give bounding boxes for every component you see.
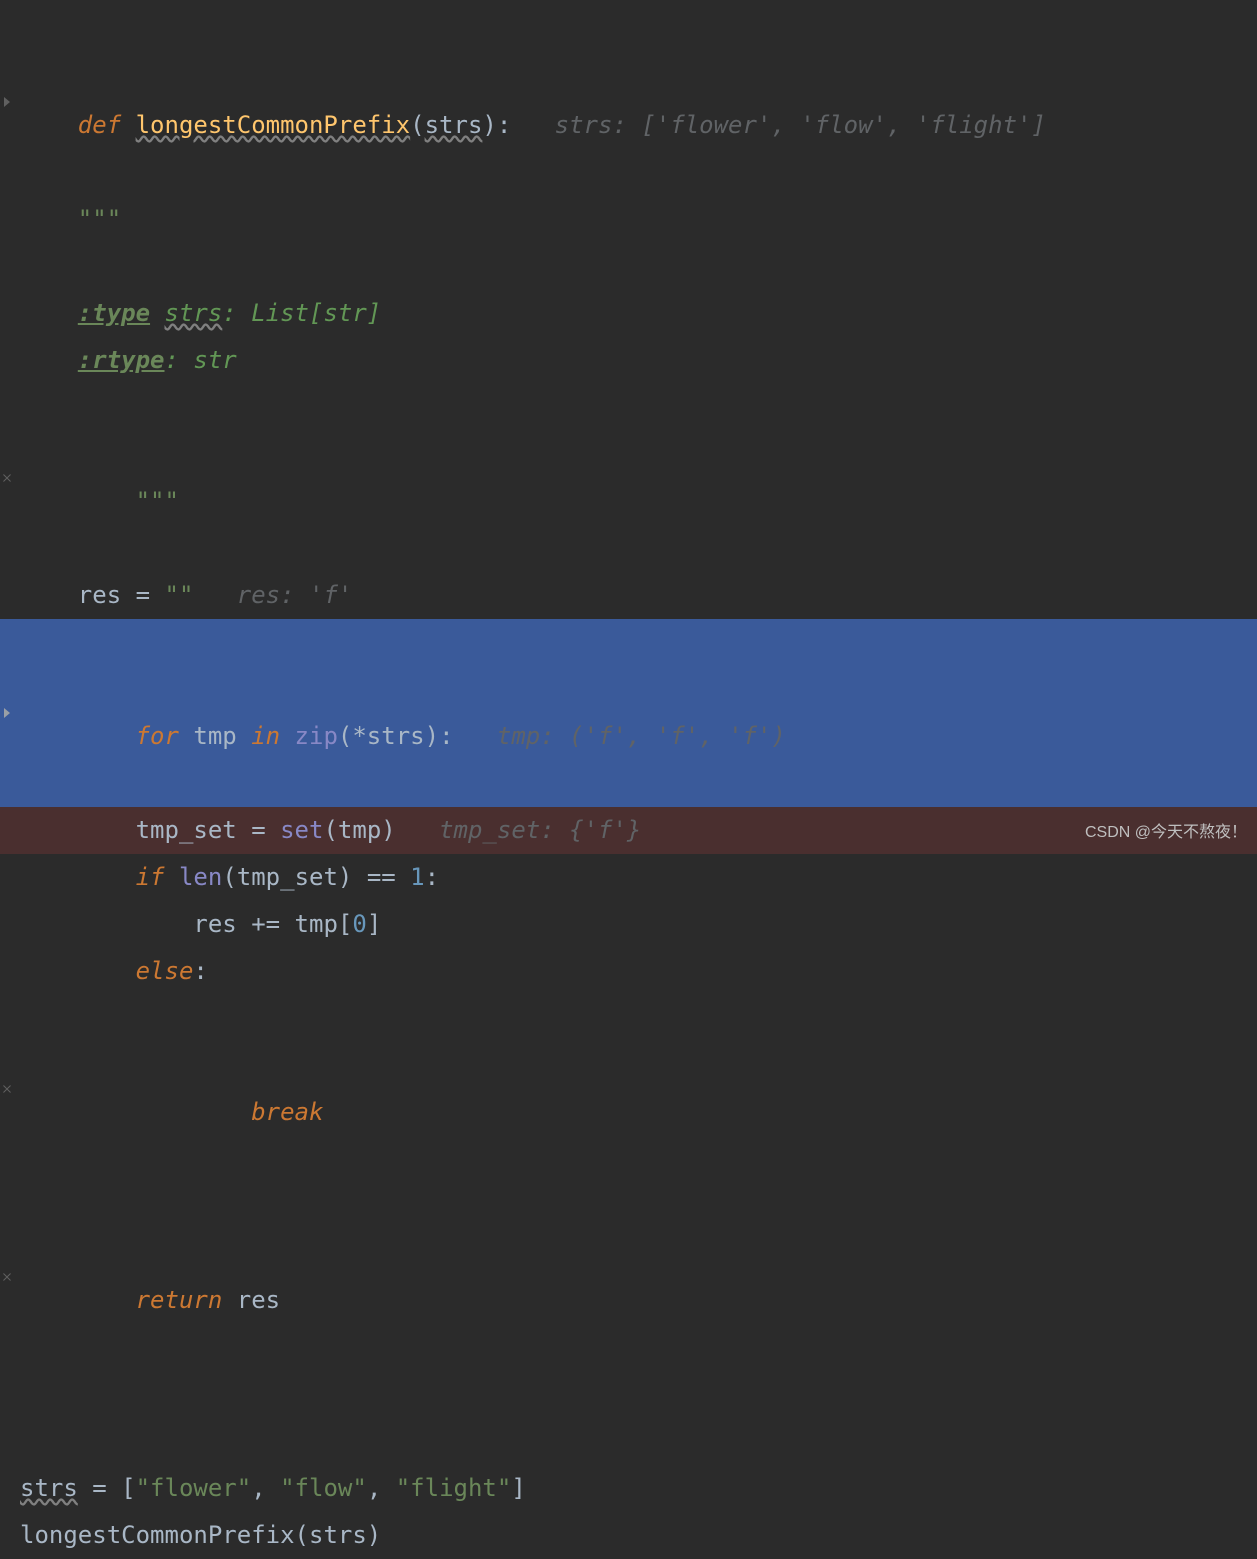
code-line[interactable]: longestCommonPrefix(strs) <box>0 1512 1257 1559</box>
keyword-def: def <box>78 111 136 139</box>
code-line[interactable]: return res <box>0 1183 1257 1371</box>
gutter-close-icon[interactable] <box>0 1270 14 1284</box>
code-line[interactable]: """ <box>0 384 1257 572</box>
keyword-break: break <box>251 1098 323 1126</box>
inline-hint: strs: ['flower', 'flow', 'flight'] <box>555 111 1046 139</box>
code-line[interactable]: """ <box>0 196 1257 243</box>
keyword-if: if <box>136 863 179 891</box>
gutter-chevron-icon[interactable] <box>0 95 14 109</box>
keyword-else: else <box>136 957 194 985</box>
code-line[interactable]: strs = ["flower", "flow", "flight"] <box>0 1465 1257 1512</box>
doc-tag: :rtype <box>78 346 165 374</box>
keyword-return: return <box>136 1286 237 1314</box>
code-line[interactable] <box>0 1371 1257 1418</box>
code-line[interactable]: if len(tmp_set) == 1: <box>0 854 1257 901</box>
docstring-quote: """ <box>78 205 121 233</box>
code-line[interactable] <box>0 243 1257 290</box>
gutter-chevron-icon[interactable] <box>0 706 14 720</box>
code-line-breakpoint[interactable]: tmp_set = set(tmp) tmp_set: {'f'} <box>0 807 1257 854</box>
code-line[interactable]: res = "" res: 'f' <box>0 572 1257 619</box>
code-line[interactable]: else: <box>0 948 1257 995</box>
inline-hint: res: 'f' <box>237 581 353 609</box>
gutter-close-icon[interactable] <box>0 1082 14 1096</box>
variable: strs <box>20 1474 78 1502</box>
keyword-in: in <box>237 722 295 750</box>
code-editor[interactable]: def longestCommonPrefix(strs): strs: ['f… <box>0 0 1257 1559</box>
code-line[interactable] <box>0 1418 1257 1465</box>
code-line-current[interactable]: for tmp in zip(*strs): tmp: ('f', 'f', '… <box>0 619 1257 807</box>
code-line[interactable]: :type strs: List[str] <box>0 290 1257 337</box>
keyword-for: for <box>136 722 194 750</box>
watermark: CSDN @今天不熬夜！ <box>1085 818 1247 842</box>
inline-hint: tmp_set: {'f'} <box>439 816 641 844</box>
code-line[interactable]: res += tmp[0] <box>0 901 1257 948</box>
gutter-close-icon[interactable] <box>0 471 14 485</box>
builtin-set: set <box>280 816 323 844</box>
builtin-zip: zip <box>295 722 338 750</box>
code-line[interactable]: def longestCommonPrefix(strs): strs: ['f… <box>0 8 1257 196</box>
docstring-quote: """ <box>136 487 179 515</box>
code-line[interactable]: :rtype: str <box>0 337 1257 384</box>
builtin-len: len <box>179 863 222 891</box>
function-call: longestCommonPrefix <box>20 1521 295 1549</box>
function-name: longestCommonPrefix <box>136 111 411 139</box>
inline-hint: tmp: ('f', 'f', 'f') <box>497 722 786 750</box>
parameter: strs <box>425 111 483 139</box>
doc-tag: :type <box>78 299 150 327</box>
code-line[interactable]: break <box>0 995 1257 1183</box>
